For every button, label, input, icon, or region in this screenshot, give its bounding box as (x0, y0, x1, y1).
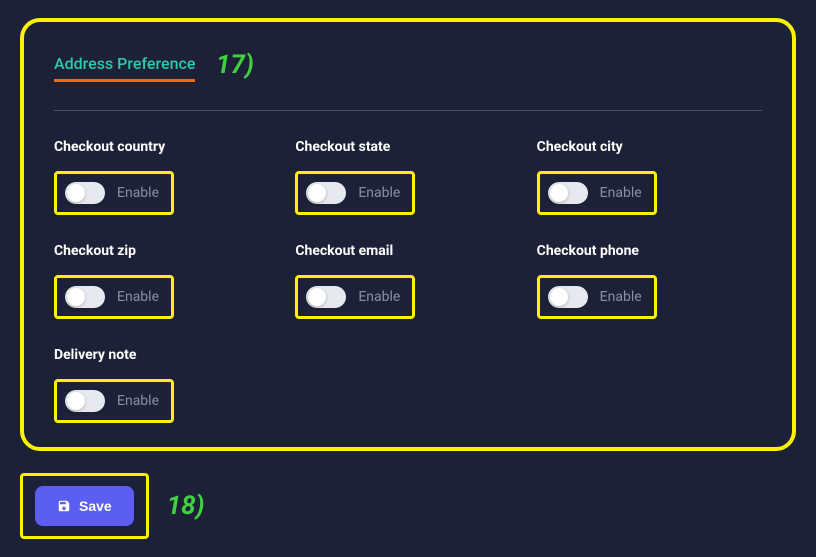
address-preference-panel: Address Preference 17) Checkout country … (20, 18, 796, 451)
annotation-17: 17) (216, 50, 254, 80)
divider (54, 110, 762, 111)
toggle-checkout-email[interactable] (306, 286, 346, 308)
toggle-row: Enable (295, 171, 415, 215)
section-title: Address Preference (54, 54, 195, 82)
toggle-checkout-phone[interactable] (548, 286, 588, 308)
toggle-row: Enable (54, 379, 174, 423)
toggle-row: Enable (537, 171, 657, 215)
toggle-row: Enable (295, 275, 415, 319)
toggle-text: Enable (117, 393, 159, 409)
field-checkout-state: Checkout state Enable (295, 139, 520, 215)
field-checkout-zip: Checkout zip Enable (54, 243, 279, 319)
save-icon (57, 499, 71, 513)
field-label: Checkout phone (537, 243, 762, 259)
field-checkout-phone: Checkout phone Enable (537, 243, 762, 319)
toggle-text: Enable (358, 185, 400, 201)
toggle-text: Enable (600, 289, 642, 305)
toggle-row: Enable (54, 171, 174, 215)
field-label: Checkout country (54, 139, 279, 155)
save-row: Save 18) (20, 473, 796, 539)
toggle-row: Enable (537, 275, 657, 319)
field-delivery-note: Delivery note Enable (54, 347, 279, 423)
toggle-checkout-zip[interactable] (65, 286, 105, 308)
annotation-18: 18) (167, 491, 205, 521)
save-button-label: Save (79, 498, 112, 514)
field-label: Checkout city (537, 139, 762, 155)
field-checkout-email: Checkout email Enable (295, 243, 520, 319)
field-label: Checkout zip (54, 243, 279, 259)
toggle-checkout-city[interactable] (548, 182, 588, 204)
field-checkout-country: Checkout country Enable (54, 139, 279, 215)
toggle-delivery-note[interactable] (65, 390, 105, 412)
field-label: Checkout email (295, 243, 520, 259)
toggle-grid: Checkout country Enable Checkout state E… (54, 139, 762, 423)
toggle-text: Enable (600, 185, 642, 201)
field-label: Checkout state (295, 139, 520, 155)
save-highlight-box: Save (20, 473, 149, 539)
toggle-checkout-state[interactable] (306, 182, 346, 204)
toggle-text: Enable (117, 185, 159, 201)
toggle-checkout-country[interactable] (65, 182, 105, 204)
save-button[interactable]: Save (35, 486, 134, 526)
toggle-text: Enable (358, 289, 400, 305)
toggle-text: Enable (117, 289, 159, 305)
field-label: Delivery note (54, 347, 279, 363)
section-header: Address Preference 17) (54, 54, 762, 82)
field-checkout-city: Checkout city Enable (537, 139, 762, 215)
toggle-row: Enable (54, 275, 174, 319)
